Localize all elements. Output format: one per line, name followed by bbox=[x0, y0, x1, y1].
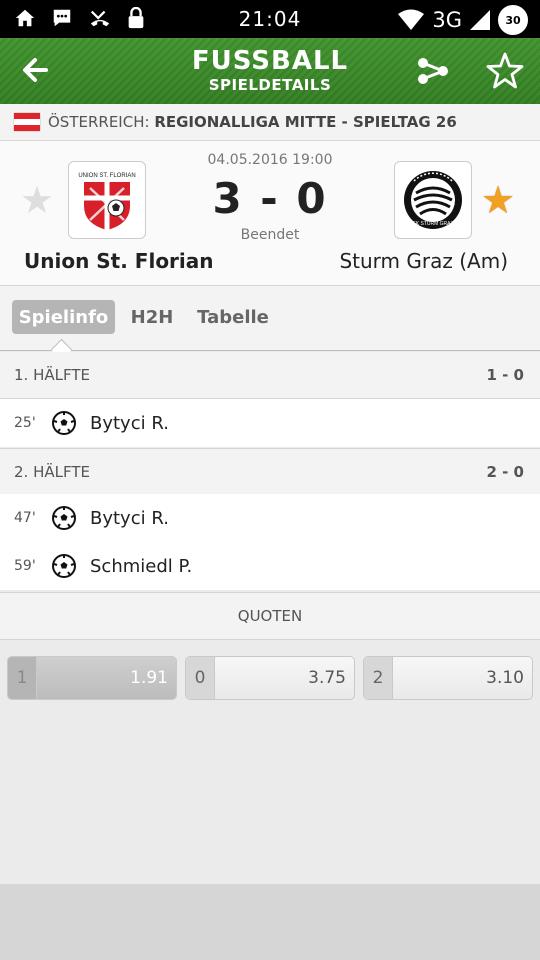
battery-icon: 30 bbox=[498, 5, 528, 35]
odds-button-home[interactable]: 1 1.91 bbox=[7, 656, 177, 700]
odds-value: 3.10 bbox=[486, 668, 524, 688]
league-title: ÖSTERREICH: REGIONALLIGA MITTE - SPIELTA… bbox=[48, 113, 457, 131]
soccer-ball-icon bbox=[52, 554, 76, 578]
event-player: Bytyci R. bbox=[90, 507, 169, 529]
status-bar: 21:04 3G 30 bbox=[0, 0, 540, 38]
event-minute: 59' bbox=[14, 558, 36, 574]
away-logo-text: SK STURM GRAZ bbox=[412, 221, 453, 227]
tab-tabelle[interactable]: Tabelle bbox=[192, 300, 274, 334]
odds-value: 3.75 bbox=[308, 668, 346, 688]
league-bar[interactable]: ÖSTERREICH: REGIONALLIGA MITTE - SPIELTA… bbox=[0, 104, 540, 141]
league-country: ÖSTERREICH: bbox=[48, 113, 150, 131]
first-half-header: 1. HÄLFTE 1 - 0 bbox=[0, 352, 540, 399]
odds-key: 1 bbox=[8, 657, 37, 699]
odds-button-away[interactable]: 2 3.10 bbox=[363, 656, 533, 700]
half-label: 2. HÄLFTE bbox=[14, 463, 90, 481]
league-name: REGIONALLIGA MITTE - SPIELTAG 26 bbox=[154, 113, 457, 131]
page-title: FUSSBALL bbox=[191, 46, 349, 76]
odds-button-draw[interactable]: 0 3.75 bbox=[185, 656, 355, 700]
wifi-icon bbox=[398, 9, 425, 30]
odds-header: QUOTEN bbox=[0, 592, 540, 640]
event-row: 25' Bytyci R. bbox=[0, 399, 540, 447]
network-label: 3G bbox=[432, 8, 462, 32]
half-score: 2 - 0 bbox=[486, 463, 524, 481]
odds-key: 2 bbox=[364, 657, 393, 699]
share-icon[interactable] bbox=[414, 52, 452, 90]
event-player: Schmiedl P. bbox=[90, 555, 193, 577]
soccer-ball-icon bbox=[52, 411, 76, 435]
away-team-logo: SK STURM GRAZ bbox=[394, 161, 472, 239]
app-bar: FUSSBALL SPIELDETAILS bbox=[0, 38, 540, 104]
match-header: ★ UNION ST. FLORIAN 04.05.2016 19:00 3 -… bbox=[0, 141, 540, 286]
tab-h2h[interactable]: H2H bbox=[126, 300, 178, 334]
ad-placeholder bbox=[0, 884, 540, 960]
tab-bar: Spielinfo H2H Tabelle bbox=[0, 286, 540, 351]
home-team-name[interactable]: Union St. Florian bbox=[24, 249, 214, 273]
odds-value: 1.91 bbox=[130, 668, 168, 688]
page-subtitle: SPIELDETAILS bbox=[208, 76, 332, 94]
event-minute: 47' bbox=[14, 510, 36, 526]
austria-flag-icon bbox=[14, 113, 40, 131]
second-half-header: 2. HÄLFTE 2 - 0 bbox=[0, 448, 540, 496]
away-team-name[interactable]: Sturm Graz (Am) bbox=[339, 249, 508, 273]
away-favorite-star-icon[interactable]: ★ bbox=[481, 181, 515, 219]
odds-key: 0 bbox=[186, 657, 215, 699]
event-player: Bytyci R. bbox=[90, 412, 169, 434]
signal-icon bbox=[470, 10, 490, 30]
event-row: 47' Bytyci R. bbox=[0, 494, 540, 542]
event-minute: 25' bbox=[14, 415, 36, 431]
tab-spielinfo[interactable]: Spielinfo bbox=[12, 300, 115, 334]
event-row: 59' Schmiedl P. bbox=[0, 542, 540, 590]
half-score: 1 - 0 bbox=[486, 366, 524, 384]
half-label: 1. HÄLFTE bbox=[14, 366, 90, 384]
favorite-star-icon[interactable] bbox=[484, 50, 526, 92]
soccer-ball-icon bbox=[52, 506, 76, 530]
